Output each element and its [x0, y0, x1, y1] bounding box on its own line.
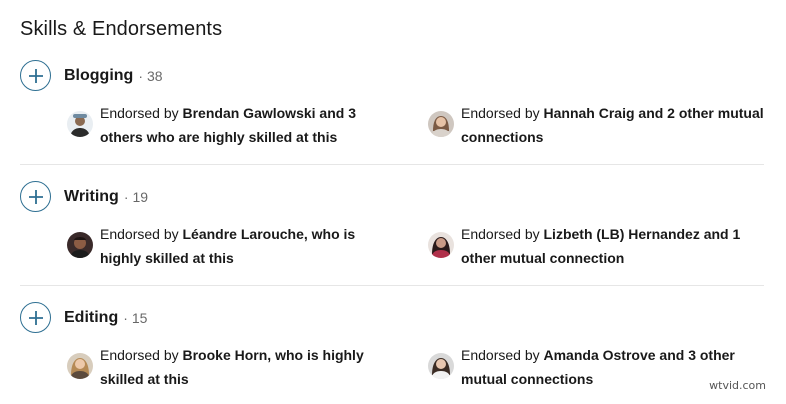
plus-icon [28, 310, 43, 325]
endorsement-prefix: Endorsed by [461, 105, 544, 121]
skill-name[interactable]: Editing [64, 309, 118, 327]
endorsement-prefix: Endorsed by [100, 105, 183, 121]
skill-header: Blogging · 38 [20, 60, 764, 91]
avatar[interactable] [428, 232, 454, 258]
watermark: wtvid.com [709, 379, 766, 392]
endorsement-text: Endorsed by Brendan Gawlowski and 3 othe… [100, 101, 397, 149]
endorsement-item[interactable]: Endorsed by Lizbeth (LB) Hernandez and 1… [428, 222, 764, 270]
endorsement-item[interactable]: Endorsed by Hannah Craig and 2 other mut… [428, 101, 764, 149]
skill-name[interactable]: Blogging [64, 67, 133, 85]
endorsement-prefix: Endorsed by [100, 347, 183, 363]
skill-separator: · [138, 67, 143, 84]
skill-separator: · [123, 309, 128, 326]
skill-blogging: Blogging · 38 Endorsed by Brendan Gawlow… [20, 60, 764, 151]
endorse-plus-button[interactable] [20, 302, 51, 333]
endorsement-item[interactable]: Endorsed by Léandre Larouche, who is hig… [67, 222, 397, 270]
endorsement-prefix: Endorsed by [100, 226, 183, 242]
endorsement-count[interactable]: 15 [132, 310, 148, 326]
skill-header: Writing · 19 [20, 181, 764, 212]
endorsement-text: Endorsed by Hannah Craig and 2 other mut… [461, 101, 764, 149]
skill-separator: · [123, 188, 129, 205]
avatar[interactable] [67, 353, 93, 379]
avatar[interactable] [428, 353, 454, 379]
endorsement-list: Endorsed by Brendan Gawlowski and 3 othe… [20, 101, 764, 151]
endorsement-text: Endorsed by Léandre Larouche, who is hig… [100, 222, 397, 270]
endorsement-count[interactable]: 19 [132, 189, 148, 205]
endorsement-item[interactable]: Endorsed by Brendan Gawlowski and 3 othe… [67, 101, 397, 149]
section-title: Skills & Endorsements [20, 18, 223, 40]
endorsement-text: Endorsed by Lizbeth (LB) Hernandez and 1… [461, 222, 764, 270]
plus-icon [28, 68, 43, 83]
skill-header: Editing · 15 [20, 302, 764, 333]
endorsement-list: Endorsed by Brooke Horn, who is highly s… [20, 343, 764, 393]
divider [20, 285, 764, 286]
skill-editing: Editing · 15 Endorsed by Brooke Horn, wh… [20, 302, 764, 393]
endorse-plus-button[interactable] [20, 60, 51, 91]
skill-name[interactable]: Writing [64, 188, 119, 206]
skill-writing: Writing · 19 Endorsed by Léandre Larouch… [20, 181, 764, 272]
endorsement-prefix: Endorsed by [461, 347, 544, 363]
endorse-plus-button[interactable] [20, 181, 51, 212]
divider [20, 164, 764, 165]
endorsement-list: Endorsed by Léandre Larouche, who is hig… [20, 222, 764, 272]
avatar[interactable] [428, 111, 454, 137]
plus-icon [28, 189, 43, 204]
endorsement-text: Endorsed by Brooke Horn, who is highly s… [100, 343, 397, 391]
endorsement-count[interactable]: 38 [147, 68, 163, 84]
avatar[interactable] [67, 232, 93, 258]
endorsement-item[interactable]: Endorsed by Brooke Horn, who is highly s… [67, 343, 397, 391]
avatar[interactable] [67, 111, 93, 137]
endorsement-prefix: Endorsed by [461, 226, 544, 242]
